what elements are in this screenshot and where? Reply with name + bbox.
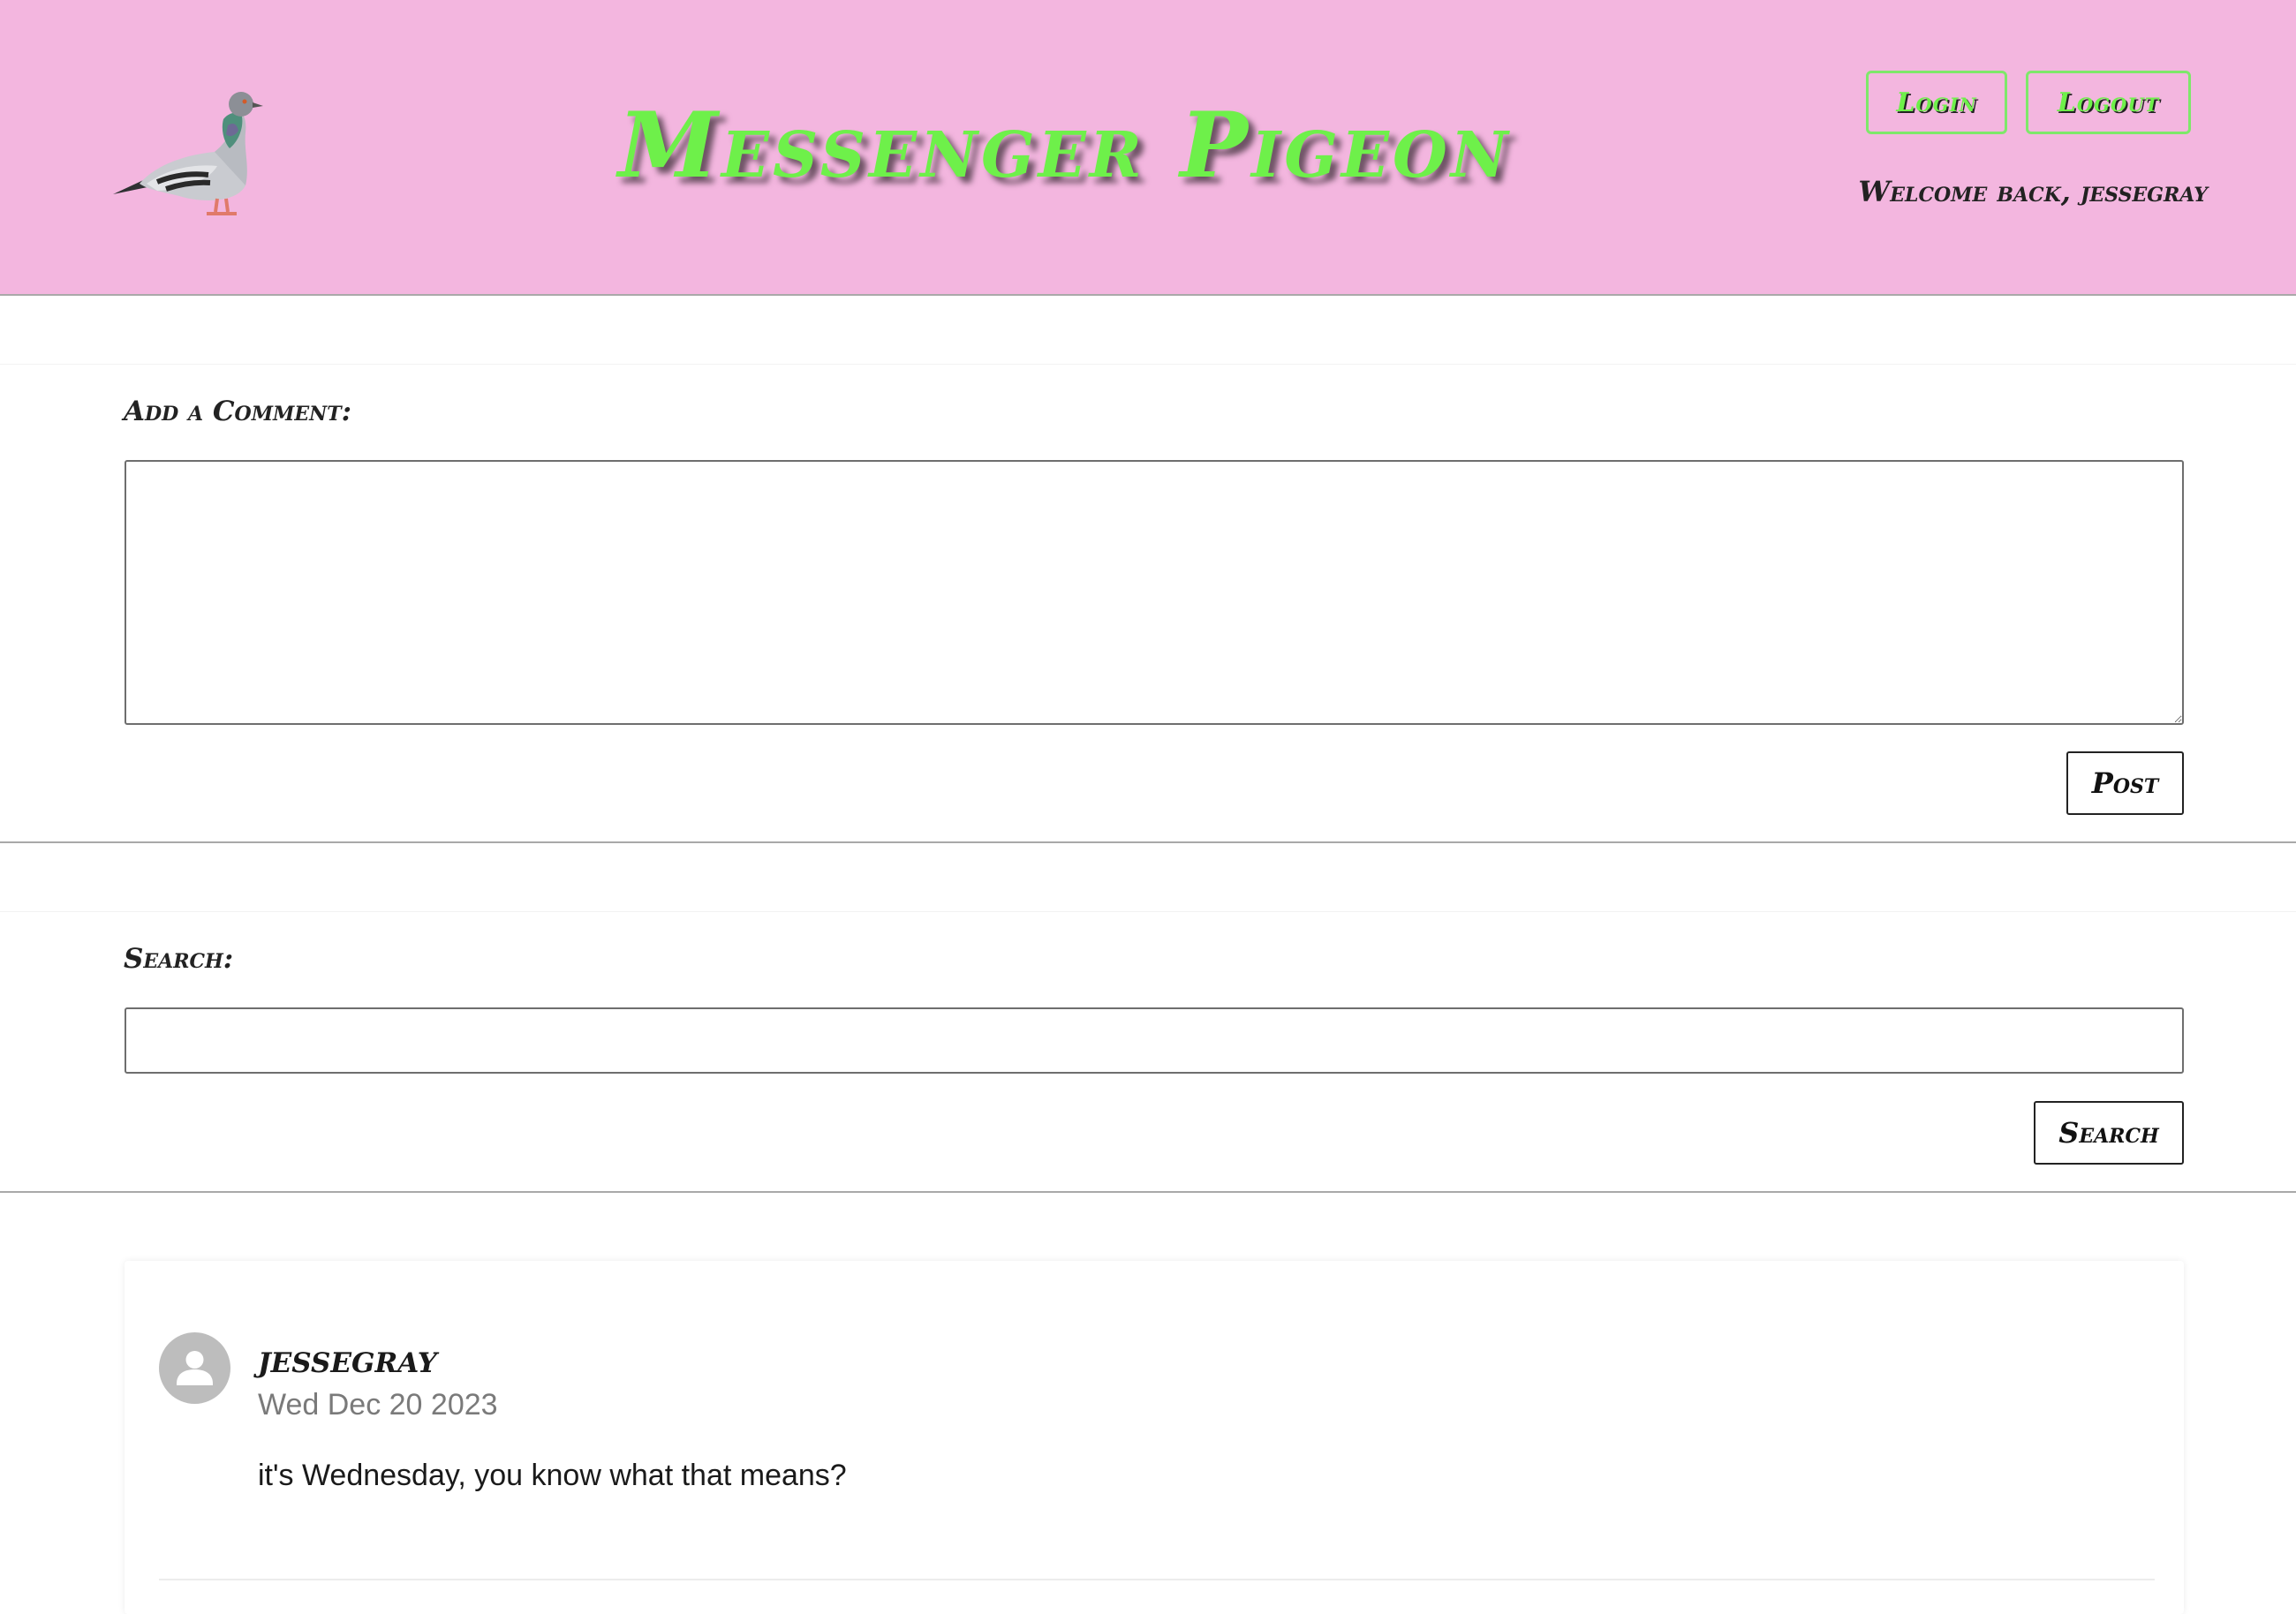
comment-text: it's Wednesday, you know what that means… <box>258 1459 847 1492</box>
comment-label: Add a Comment: <box>124 396 352 427</box>
search-section-divider <box>0 1191 2296 1193</box>
welcome-message: Welcome back, jessegray <box>1858 175 2208 208</box>
comment-card <box>125 1261 2184 1614</box>
search-input[interactable] <box>125 1007 2184 1074</box>
login-button[interactable]: Login <box>1866 71 2007 134</box>
search-button[interactable]: Search <box>2034 1101 2184 1165</box>
pigeon-icon <box>104 71 263 230</box>
section-top-divider <box>0 364 2296 365</box>
search-top-divider <box>0 911 2296 912</box>
comment-textarea[interactable] <box>125 460 2184 725</box>
site-title: Messenger Pigeon <box>618 93 1512 199</box>
site-header: Messenger Pigeon Login Logout Welcome ba… <box>0 0 2296 296</box>
user-avatar-icon <box>159 1332 230 1404</box>
search-label: Search: <box>124 943 234 975</box>
post-button[interactable]: Post <box>2066 751 2184 815</box>
comment-divider <box>159 1579 2155 1580</box>
comment-date: Wed Dec 20 2023 <box>258 1388 498 1422</box>
comment-username: jessegray <box>258 1337 437 1382</box>
comment-section-divider <box>0 841 2296 843</box>
logout-button[interactable]: Logout <box>2026 71 2191 134</box>
